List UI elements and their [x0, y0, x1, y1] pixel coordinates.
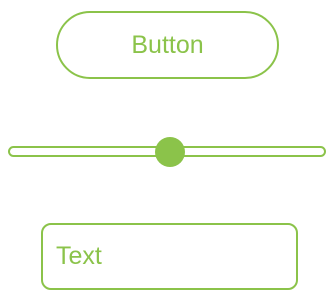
primary-button[interactable]: Button	[56, 11, 279, 79]
text-input[interactable]	[41, 223, 298, 290]
slider-thumb[interactable]	[155, 137, 186, 167]
